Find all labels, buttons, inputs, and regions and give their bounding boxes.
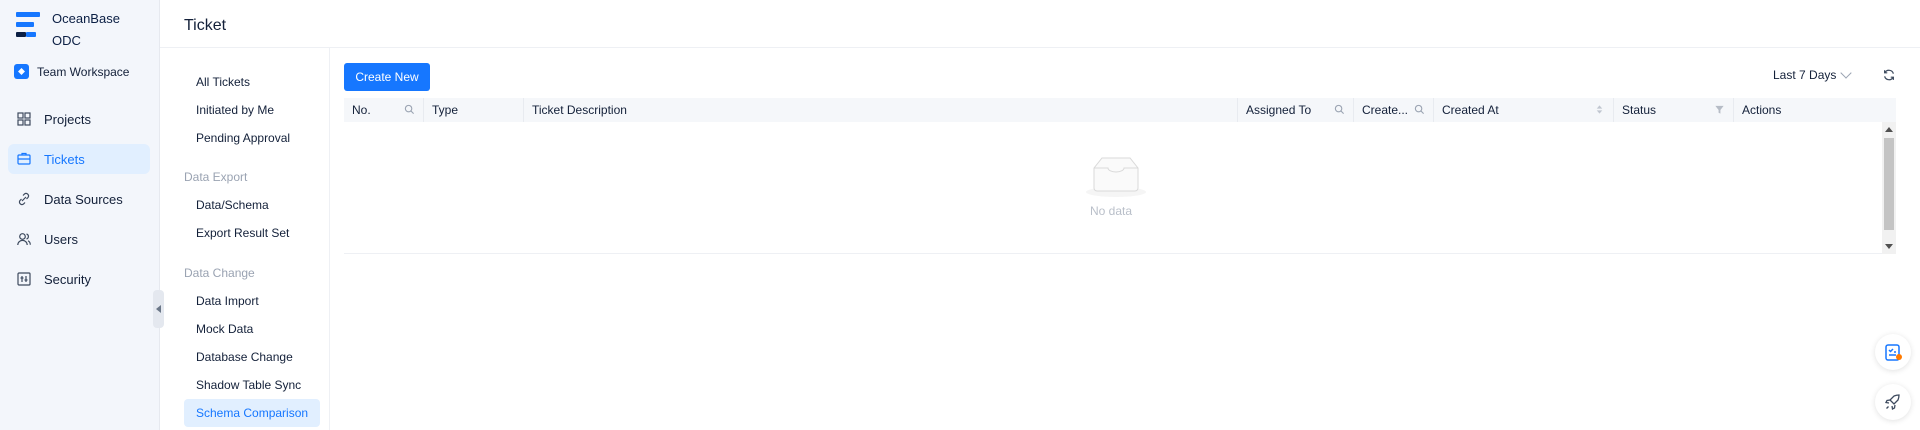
nav-item-label: Security bbox=[44, 271, 91, 287]
table-scrollbar[interactable] bbox=[1882, 122, 1896, 254]
column-label: Ticket Description bbox=[532, 103, 627, 117]
column-header-assigned-to[interactable]: Assigned To bbox=[1238, 98, 1354, 122]
submenu-item-database-change[interactable]: Database Change bbox=[184, 343, 320, 371]
create-new-button[interactable]: Create New bbox=[344, 63, 430, 91]
ticket-table: No. Type Ticket Description Assigned To … bbox=[344, 98, 1896, 254]
submenu-item-export-result-set[interactable]: Export Result Set bbox=[184, 219, 320, 247]
brand-name: OceanBase bbox=[52, 11, 120, 26]
submenu-item-mock-data[interactable]: Mock Data bbox=[184, 315, 320, 343]
brand[interactable]: OceanBase ODC bbox=[16, 8, 120, 52]
scroll-down-icon[interactable] bbox=[1885, 244, 1893, 249]
task-list-icon bbox=[1885, 344, 1902, 361]
submenu-item-all-tickets[interactable]: All Tickets bbox=[184, 68, 320, 96]
column-label: Actions bbox=[1742, 103, 1782, 117]
submenu-item-data-schema[interactable]: Data/Schema bbox=[184, 191, 320, 219]
column-label: Create... bbox=[1362, 103, 1409, 117]
column-header-type[interactable]: Type bbox=[424, 98, 524, 122]
oceanbase-logo-icon bbox=[16, 12, 40, 40]
chevron-down-icon bbox=[1840, 67, 1853, 79]
grid-icon bbox=[17, 112, 31, 126]
column-label: Status bbox=[1622, 103, 1657, 117]
date-range-value: Last 7 Days bbox=[1773, 68, 1837, 82]
link-icon bbox=[18, 192, 30, 206]
search-icon[interactable] bbox=[1414, 104, 1425, 115]
submenu-group-data-change: Data Change bbox=[184, 266, 255, 280]
submenu-item-schema-comparison[interactable]: Schema Comparison bbox=[184, 399, 320, 427]
nav-item-label: Data Sources bbox=[44, 191, 123, 207]
submenu-item-pending-approval[interactable]: Pending Approval bbox=[184, 124, 320, 152]
submenu-group-data-export: Data Export bbox=[184, 170, 248, 184]
sort-icon[interactable] bbox=[1594, 104, 1605, 115]
column-label: No. bbox=[352, 103, 371, 117]
ticket-icon bbox=[17, 152, 31, 165]
workspace-switcher[interactable]: Team Workspace bbox=[14, 64, 129, 79]
nav-item-security[interactable]: Security bbox=[8, 264, 150, 294]
main-sidebar: OceanBase ODC Team Workspace Projects Ti… bbox=[0, 0, 160, 430]
security-icon bbox=[17, 272, 31, 286]
quick-start-button[interactable] bbox=[1875, 384, 1911, 420]
users-icon bbox=[17, 233, 31, 246]
column-header-creator[interactable]: Create... bbox=[1354, 98, 1434, 122]
search-icon[interactable] bbox=[404, 104, 415, 115]
submenu-item-data-import[interactable]: Data Import bbox=[184, 287, 320, 315]
filter-icon[interactable] bbox=[1714, 104, 1725, 115]
empty-state-text: No data bbox=[1090, 204, 1133, 218]
nav-item-users[interactable]: Users bbox=[8, 224, 150, 254]
nav-item-projects[interactable]: Projects bbox=[8, 104, 150, 134]
refresh-icon[interactable] bbox=[1882, 68, 1896, 82]
column-header-no[interactable]: No. bbox=[344, 98, 424, 122]
empty-inbox-icon bbox=[1086, 157, 1146, 197]
column-header-actions: Actions bbox=[1734, 98, 1896, 122]
column-header-created-at[interactable]: Created At bbox=[1434, 98, 1614, 122]
rocket-icon bbox=[1885, 394, 1900, 410]
submenu-item-shadow-table-sync[interactable]: Shadow Table Sync bbox=[184, 371, 320, 399]
scrollbar-thumb[interactable] bbox=[1884, 138, 1894, 230]
nav-item-label: Tickets bbox=[44, 151, 85, 167]
column-header-status[interactable]: Status bbox=[1614, 98, 1734, 122]
column-header-ticket-description[interactable]: Ticket Description bbox=[524, 98, 1238, 122]
nav-item-data-sources[interactable]: Data Sources bbox=[8, 184, 150, 214]
column-label: Created At bbox=[1442, 103, 1499, 117]
page-header: Ticket bbox=[160, 0, 1920, 48]
nav-item-label: Projects bbox=[44, 111, 91, 127]
table-header: No. Type Ticket Description Assigned To … bbox=[344, 98, 1896, 122]
submenu-item-initiated-by-me[interactable]: Initiated by Me bbox=[184, 96, 320, 124]
column-label: Assigned To bbox=[1246, 103, 1312, 117]
date-range-select[interactable]: Last 7 Days bbox=[1773, 67, 1853, 82]
column-label: Type bbox=[432, 103, 459, 117]
brand-product: ODC bbox=[52, 33, 81, 48]
nav-item-tickets[interactable]: Tickets bbox=[8, 144, 150, 174]
task-list-button[interactable] bbox=[1875, 334, 1911, 370]
page-title: Ticket bbox=[184, 17, 227, 34]
workspace-icon bbox=[14, 64, 29, 79]
search-icon[interactable] bbox=[1334, 104, 1345, 115]
ticket-submenu: All Tickets Initiated by Me Pending Appr… bbox=[160, 48, 330, 430]
scroll-up-icon[interactable] bbox=[1885, 127, 1893, 132]
workspace-label: Team Workspace bbox=[37, 64, 130, 79]
nav-item-label: Users bbox=[44, 231, 78, 247]
